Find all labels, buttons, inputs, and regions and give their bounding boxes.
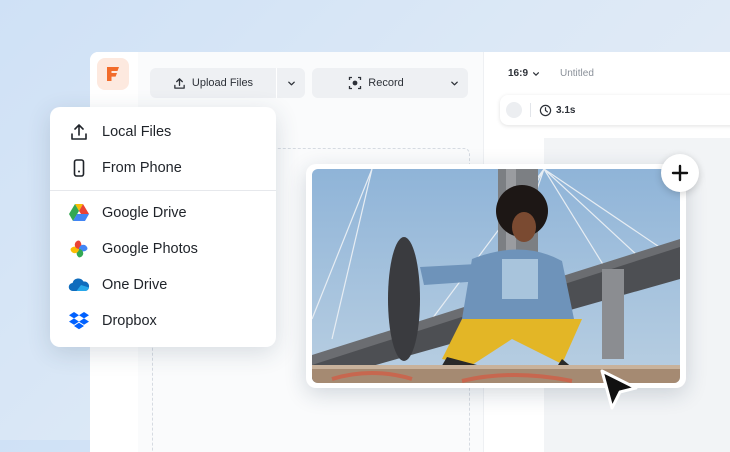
media-thumbnail-card[interactable] — [306, 164, 686, 388]
record-icon — [349, 76, 362, 90]
upload-source-menu: Local Files From Phone Google Drive Goog… — [50, 107, 276, 347]
menu-item-label: Dropbox — [102, 313, 157, 329]
menu-item-one-drive[interactable]: One Drive — [50, 269, 276, 301]
play-button[interactable] — [506, 102, 522, 118]
upload-options-toggle[interactable] — [277, 79, 305, 88]
onedrive-icon — [68, 274, 90, 296]
playback-bar: 3.1s — [500, 95, 730, 125]
menu-item-label: From Phone — [102, 160, 182, 176]
menu-item-label: One Drive — [102, 277, 168, 293]
divider — [530, 103, 531, 117]
record-options-toggle[interactable] — [440, 79, 468, 88]
google-photos-icon — [68, 238, 90, 260]
app-logo[interactable] — [97, 58, 129, 90]
upload-files-main[interactable]: Upload Files — [150, 77, 276, 90]
add-to-canvas-button[interactable] — [661, 154, 699, 192]
aspect-ratio-value: 16:9 — [508, 68, 529, 79]
logo-icon — [107, 67, 119, 81]
record-button[interactable]: Record — [312, 68, 468, 98]
duration-display: 3.1s — [539, 104, 575, 117]
google-drive-icon — [68, 202, 90, 224]
record-label: Record — [368, 77, 404, 89]
skateboarder-photo — [312, 169, 680, 383]
record-main[interactable]: Record — [312, 76, 440, 90]
project-title[interactable]: Untitled — [560, 68, 594, 79]
aspect-ratio-select[interactable]: 16:9 — [508, 68, 540, 79]
chevron-down-icon — [287, 81, 295, 85]
upload-files-label: Upload Files — [191, 77, 254, 89]
menu-item-local-files[interactable]: Local Files — [50, 116, 276, 148]
menu-item-label: Google Drive — [102, 205, 187, 221]
chevron-down-icon — [533, 71, 540, 76]
upload-files-button[interactable]: Upload Files — [150, 68, 305, 98]
duration-value: 3.1s — [556, 104, 576, 116]
chevron-down-icon — [450, 81, 458, 85]
menu-item-google-photos[interactable]: Google Photos — [50, 233, 276, 265]
dropbox-icon — [68, 310, 90, 332]
menu-divider — [50, 190, 276, 191]
menu-item-dropbox[interactable]: Dropbox — [50, 305, 276, 337]
clock-icon — [539, 104, 552, 116]
mouse-pointer-icon — [600, 369, 638, 410]
menu-item-label: Google Photos — [102, 241, 198, 257]
menu-item-label: Local Files — [102, 124, 172, 140]
menu-item-google-drive[interactable]: Google Drive — [50, 197, 276, 229]
phone-icon — [68, 157, 90, 179]
upload-icon — [174, 77, 185, 89]
plus-icon — [671, 164, 689, 182]
menu-item-from-phone[interactable]: From Phone — [50, 152, 276, 184]
upload-icon — [68, 121, 90, 143]
